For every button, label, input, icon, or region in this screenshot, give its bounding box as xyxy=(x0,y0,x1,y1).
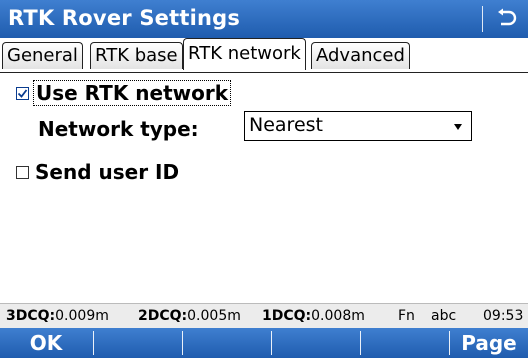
clock: 09:53 xyxy=(483,308,524,324)
fn-indicator: Fn xyxy=(398,308,415,324)
status-bar: 3DCQ:0.009m 2DCQ:0.005m 1DCQ:0.008m Fn a… xyxy=(0,303,528,328)
use-rtk-network-checkbox[interactable] xyxy=(16,86,29,100)
checkmark-icon xyxy=(17,88,28,98)
input-mode-indicator: abc xyxy=(431,308,457,324)
network-type-select[interactable]: Nearest xyxy=(244,111,472,141)
back-button[interactable] xyxy=(488,3,526,35)
network-type-value: Nearest xyxy=(249,114,323,136)
send-user-id-row[interactable]: Send user ID xyxy=(16,160,179,184)
dcq2-readout: 2DCQ:0.005m xyxy=(138,308,241,324)
tab-rtk-base[interactable]: RTK base xyxy=(90,42,183,69)
send-user-id-checkbox[interactable] xyxy=(16,165,29,179)
send-user-id-label: Send user ID xyxy=(35,160,180,184)
back-arrow-icon xyxy=(498,8,517,26)
network-type-label: Network type: xyxy=(38,117,199,141)
tab-general[interactable]: General xyxy=(2,42,83,69)
page-button[interactable]: Page xyxy=(450,328,528,358)
dropdown-arrow-icon xyxy=(454,124,462,130)
dcq3-label: 3DCQ: xyxy=(6,308,56,324)
window-title: RTK Rover Settings xyxy=(8,6,241,30)
softkey-4-button[interactable] xyxy=(272,328,360,358)
use-rtk-network-label: Use RTK network xyxy=(33,80,232,106)
tab-advanced[interactable]: Advanced xyxy=(311,42,410,69)
dcq1-readout: 1DCQ:0.008m xyxy=(262,308,365,324)
dcq1-label: 1DCQ: xyxy=(262,308,312,324)
softkey-bar: OK Page xyxy=(0,328,528,358)
softkey-3-button[interactable] xyxy=(183,328,271,358)
dcq3-value: 0.009m xyxy=(55,308,109,324)
tab-rtk-network[interactable]: RTK network xyxy=(183,38,306,70)
dcq2-value: 0.005m xyxy=(187,308,241,324)
softkey-2-button[interactable] xyxy=(94,328,182,358)
title-separator xyxy=(482,6,483,32)
title-bar: RTK Rover Settings xyxy=(0,0,528,38)
dcq3-readout: 3DCQ:0.009m xyxy=(6,308,109,324)
softkey-5-button[interactable] xyxy=(361,328,449,358)
use-rtk-network-row[interactable]: Use RTK network xyxy=(16,80,232,106)
ok-button[interactable]: OK xyxy=(0,328,92,358)
dcq1-value: 0.008m xyxy=(311,308,365,324)
dcq2-label: 2DCQ: xyxy=(138,308,188,324)
